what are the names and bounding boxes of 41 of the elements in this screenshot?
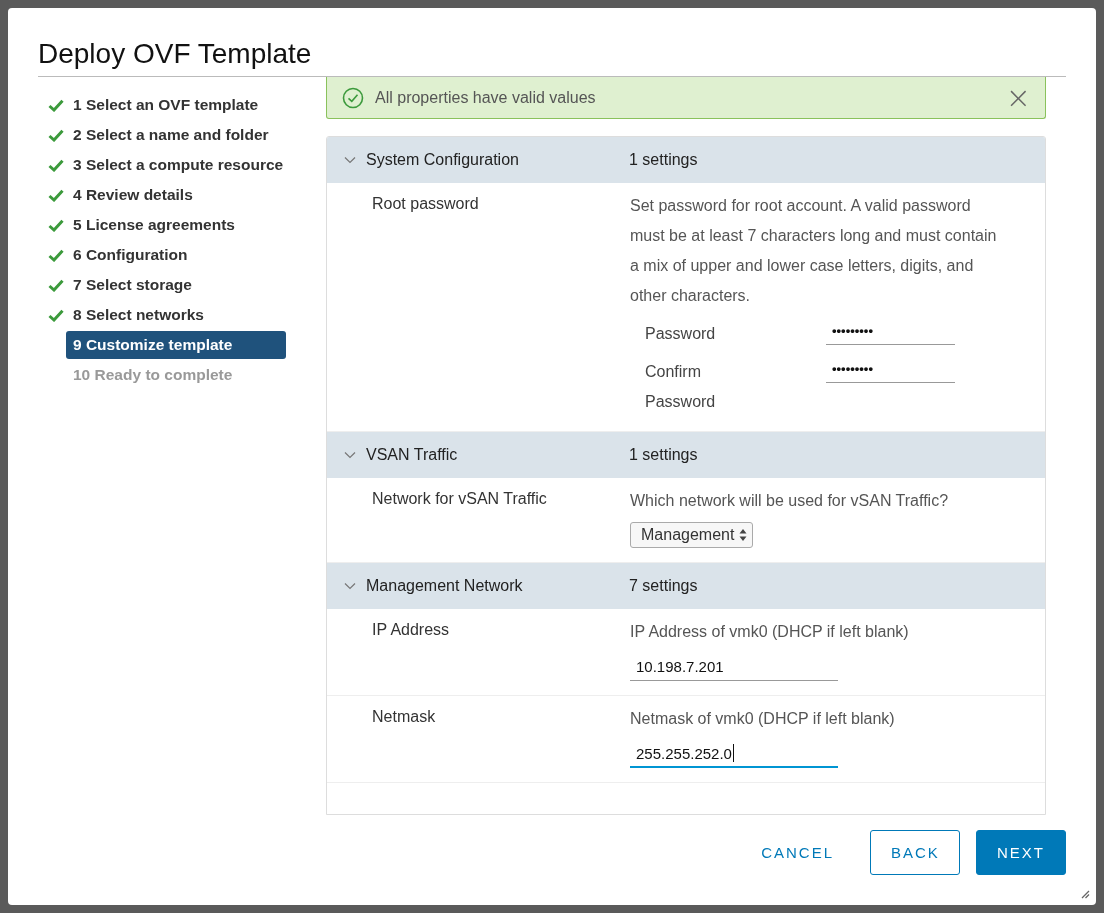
- property-label: IP Address: [372, 620, 451, 640]
- section-title: Management Network: [366, 577, 524, 595]
- wizard-step[interactable]: 5 License agreements: [73, 211, 242, 239]
- alert-message: All properties have valid values: [375, 88, 597, 107]
- footer-button[interactable]: NEXT: [976, 830, 1066, 875]
- wizard-step[interactable]: 8 Select networks: [73, 301, 211, 329]
- text-field[interactable]: 255.255.252.0: [630, 740, 838, 768]
- close-button[interactable]: ×: [1001, 83, 1035, 112]
- network-dropdown[interactable]: Management: [630, 522, 754, 548]
- wizard-step[interactable]: 1 Select an OVF template: [73, 91, 266, 119]
- section-header[interactable]: Management Network 7 settings: [327, 563, 1045, 609]
- settings-count: 1 settings: [629, 446, 698, 464]
- wizard-step[interactable]: 7 Select storage: [73, 271, 199, 299]
- property-label: Root password: [372, 194, 480, 214]
- wizard-step[interactable]: 3 Select a compute resource: [73, 151, 291, 179]
- wizard-step[interactable]: 6 Configuration: [73, 241, 195, 269]
- wizard-step[interactable]: 9 Customize template: [66, 331, 287, 359]
- settings-count: 7 settings: [629, 577, 698, 595]
- footer-button[interactable]: CANCEL: [741, 830, 854, 875]
- property-description: IP Address of vmk0 (DHCP if left blank): [630, 622, 910, 642]
- footer-button[interactable]: BACK: [870, 830, 960, 875]
- resize-grip-icon: [1080, 889, 1090, 899]
- settings-count: 1 settings: [629, 151, 698, 169]
- up-down-arrows-icon: [739, 528, 748, 542]
- property-label: Network for vSAN Traffic: [372, 489, 548, 509]
- wizard-step[interactable]: 4 Review details: [73, 181, 200, 209]
- section-title: System Configuration: [366, 151, 520, 169]
- property-label: Netmask: [372, 707, 437, 727]
- property-description: Which network will be used for vSAN Traffic?: [630, 491, 950, 511]
- password-field[interactable]: •••••••••: [826, 317, 955, 345]
- section-title: VSAN Traffic: [366, 446, 459, 464]
- property-description: Netmask of vmk0 (DHCP if left blank): [630, 709, 896, 729]
- check-circle-icon: [342, 86, 364, 109]
- field-label: Confirm Password: [645, 362, 717, 412]
- field-label: Password: [645, 324, 717, 344]
- section-header[interactable]: VSAN Traffic 1 settings: [327, 432, 1045, 478]
- text-field[interactable]: 10.198.7.201: [630, 653, 838, 681]
- wizard-step[interactable]: 2 Select a name and folder: [73, 121, 276, 149]
- password-field[interactable]: •••••••••: [826, 355, 955, 383]
- property-description: Set password for root account. A valid password must be at least 7 characters long and must contain a mix of upper and lower case letters, digits, and other characters.: [630, 196, 998, 306]
- section-header[interactable]: System Configuration 1 settings: [327, 137, 1045, 183]
